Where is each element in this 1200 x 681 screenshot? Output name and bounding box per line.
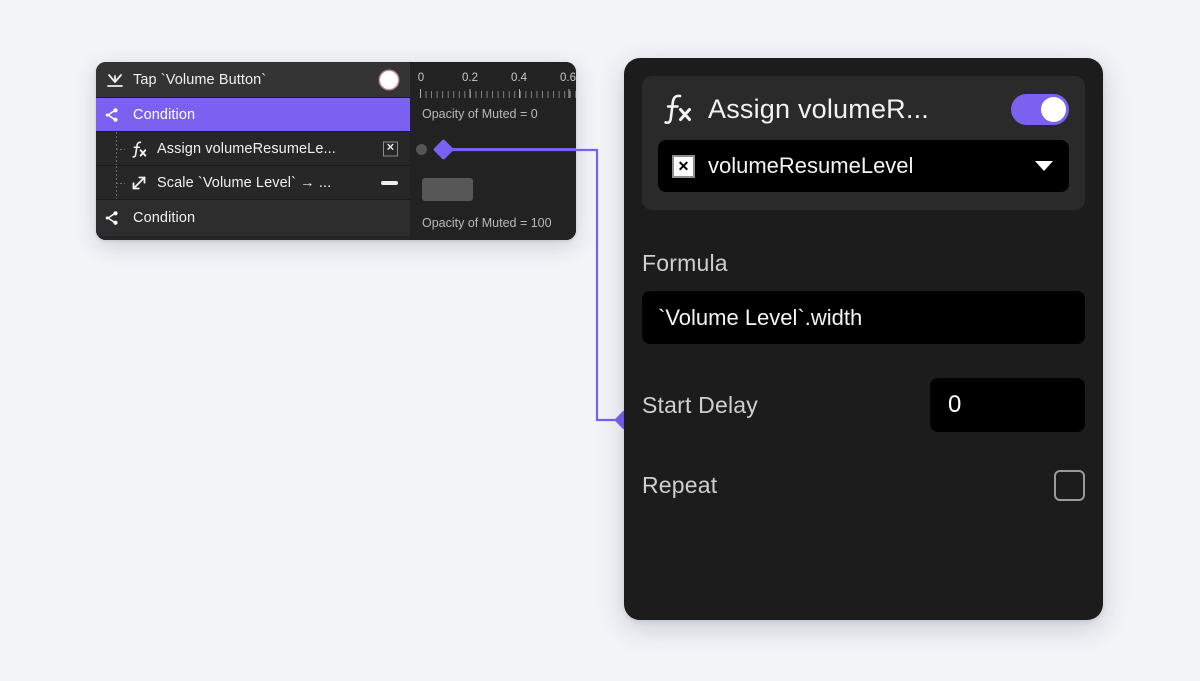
tree-guide-branch <box>116 182 125 184</box>
scale-arrow-icon <box>128 172 150 194</box>
card-title: Assign volumeR... <box>708 93 929 124</box>
formula-fx-icon <box>128 138 150 160</box>
assign-action-card: Assign volumeR... ✕ volumeResumeLevel <box>642 76 1085 210</box>
keyframe-track-dot[interactable] <box>416 144 427 155</box>
node-row-label: Condition <box>133 210 196 226</box>
formula-input[interactable]: `Volume Level`.width <box>642 291 1085 344</box>
tap-state-dot[interactable] <box>380 70 398 89</box>
formula-fx-icon <box>658 92 696 126</box>
ruler-major-ticks <box>420 89 576 98</box>
assign-close-marker[interactable]: ✕ <box>383 141 398 156</box>
condition-branch-icon <box>104 104 126 126</box>
keyframe-diamond[interactable] <box>432 138 455 161</box>
ruler-tick-label: 0.4 <box>511 72 527 84</box>
node-row-label: Tap `Volume Button` <box>133 71 267 88</box>
formula-label: Formula <box>642 250 728 276</box>
node-row-list: Tap `Volume Button` Condition Assign vol… <box>96 62 410 240</box>
tap-gesture-icon <box>104 69 126 91</box>
lane-label-end: Opacity of Muted = 100 <box>422 216 552 230</box>
repeat-label: Repeat <box>642 472 718 498</box>
dash-icon <box>381 180 398 185</box>
scale-collapse-marker[interactable] <box>381 180 398 185</box>
canvas: Tap `Volume Button` Condition Assign vol… <box>0 0 1200 681</box>
node-row-scale[interactable]: Scale `Volume Level` → ... <box>96 166 410 200</box>
ruler-tick-label: 0.2 <box>462 72 478 84</box>
toggle-knob <box>1041 96 1066 122</box>
keyframe-line <box>448 148 576 151</box>
node-row-label: Condition <box>133 106 196 123</box>
ruler-tick-label: 0.6 <box>560 72 576 84</box>
start-delay-label: Start Delay <box>642 391 758 418</box>
node-row-condition-bottom[interactable]: Condition <box>96 200 410 236</box>
condition-branch-icon <box>104 207 126 229</box>
inspector-panel[interactable]: Assign volumeR... ✕ volumeResumeLevel Fo… <box>624 58 1103 620</box>
variable-x-icon: ✕ <box>672 154 695 178</box>
start-delay-field: Start Delay 0 <box>642 378 1085 432</box>
variable-name: volumeResumeLevel <box>708 153 914 178</box>
node-row-tap[interactable]: Tap `Volume Button` <box>96 62 410 98</box>
boxed-x-icon: ✕ <box>383 141 398 156</box>
node-row-condition-top[interactable]: Condition <box>96 98 410 132</box>
node-row-label: Scale `Volume Level` → ... <box>157 174 332 191</box>
start-delay-input[interactable]: 0 <box>930 378 1085 432</box>
ruler-tick-label: 0 <box>417 72 425 84</box>
clip-bar[interactable] <box>422 178 473 201</box>
tree-guide-branch <box>116 148 125 150</box>
card-header: Assign volumeR... <box>658 92 1069 126</box>
node-row-label: Assign volumeResumeLe... <box>157 140 336 157</box>
repeat-checkbox[interactable] <box>1054 470 1085 501</box>
chevron-down-icon[interactable] <box>1035 161 1053 171</box>
enable-toggle[interactable] <box>1011 93 1069 125</box>
repeat-field: Repeat <box>642 470 1085 501</box>
variable-select[interactable]: ✕ volumeResumeLevel <box>658 140 1069 192</box>
node-row-assign[interactable]: Assign volumeResumeLe... ✕ <box>96 132 410 166</box>
node-timeline[interactable]: 0 0.2 0.4 0.6 Opacity of Muted = 0 Opaci… <box>410 62 576 240</box>
timeline-node[interactable]: Tap `Volume Button` Condition Assign vol… <box>96 62 576 240</box>
formula-field: Formula `Volume Level`.width <box>642 250 1085 344</box>
lane-label-start: Opacity of Muted = 0 <box>422 107 538 121</box>
timeline-ruler: 0 0.2 0.4 0.6 <box>410 72 576 86</box>
